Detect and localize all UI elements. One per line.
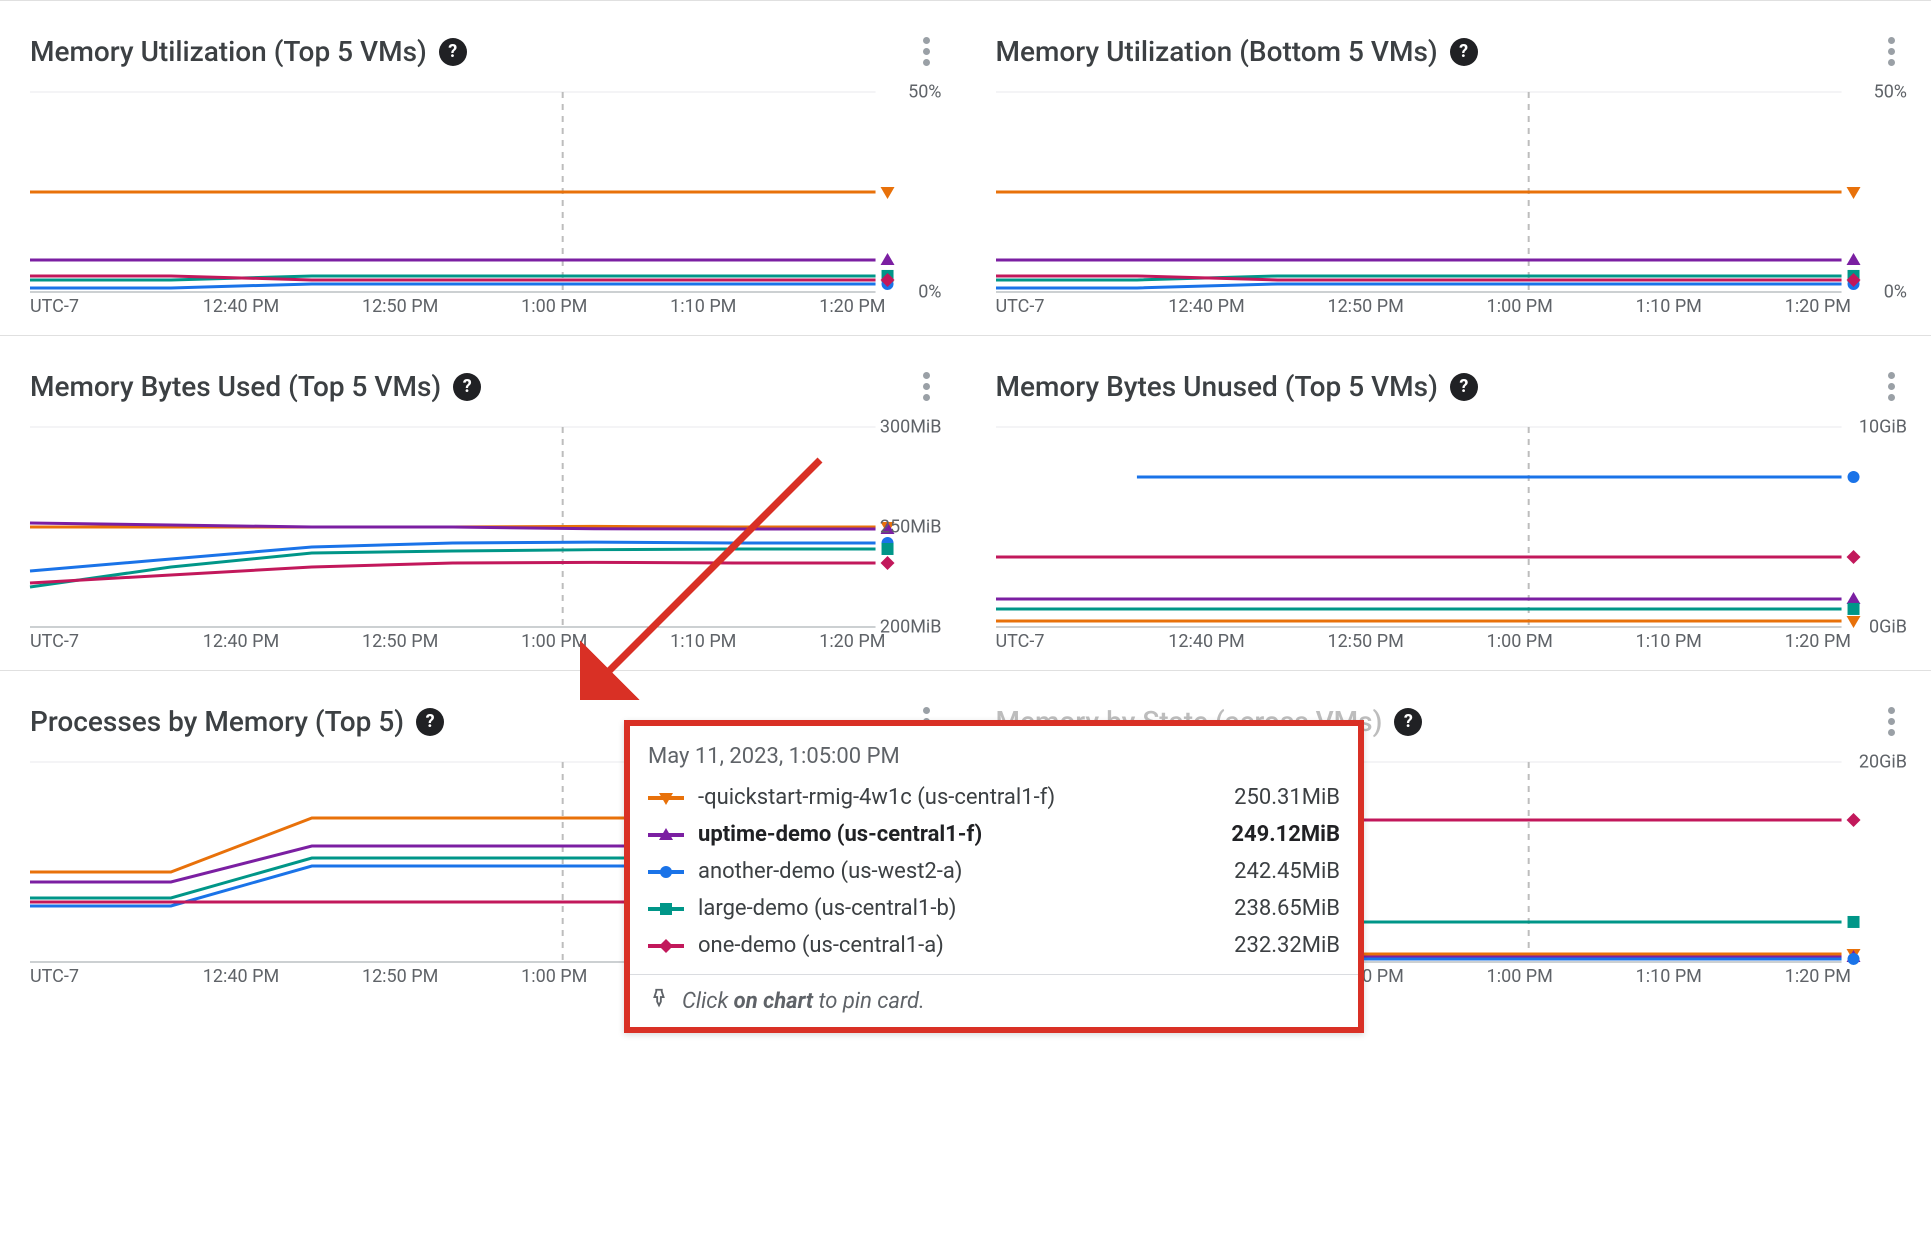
x-tick: 1:20 PM — [819, 296, 885, 317]
panel-title: Memory Bytes Used (Top 5 VMs) — [30, 370, 441, 403]
help-icon[interactable]: ? — [1450, 38, 1478, 66]
tooltip-series-value: 242.45MiB — [1190, 859, 1340, 884]
more-vert-icon[interactable] — [1882, 701, 1901, 742]
tooltip-series-name: -quickstart-rmig-4w1c (us-central1-f) — [698, 785, 1176, 810]
x-tick: 12:40 PM — [1168, 296, 1244, 317]
timezone-label: UTC-7 — [30, 296, 120, 317]
x-tick: 12:40 PM — [203, 296, 279, 317]
y-tick-label: 0GiB — [1869, 617, 1907, 638]
y-tick-label: 200MiB — [880, 617, 942, 638]
x-tick: 1:10 PM — [1636, 631, 1702, 652]
help-icon[interactable]: ? — [416, 708, 444, 736]
more-vert-icon[interactable] — [917, 366, 936, 407]
x-tick: 12:50 PM — [362, 296, 438, 317]
help-icon[interactable]: ? — [1450, 373, 1478, 401]
x-axis: UTC-7 12:40 PM 12:50 PM 1:00 PM 1:10 PM 1:20 … — [996, 627, 1902, 670]
chart-tooltip: May 11, 2023, 1:05:00 PM -quickstart-rmi… — [624, 720, 1364, 1033]
panel-mem-util-bottom: Memory Utilization (Bottom 5 VMs) ? 0%50… — [966, 0, 1931, 335]
help-icon[interactable]: ? — [453, 373, 481, 401]
y-tick-label: 20GiB — [1859, 752, 1907, 773]
x-tick: 12:40 PM — [203, 631, 279, 652]
y-tick-label: 250MiB — [880, 517, 942, 538]
x-tick: 1:00 PM — [1487, 631, 1553, 652]
x-tick: 1:10 PM — [1636, 966, 1702, 987]
x-tick: 1:20 PM — [819, 631, 885, 652]
tooltip-series-value: 238.65MiB — [1190, 896, 1340, 921]
x-tick: 1:10 PM — [670, 296, 736, 317]
legend-swatch — [648, 828, 684, 842]
tooltip-series-name: large-demo (us-central1-b) — [698, 896, 1176, 921]
panel-title: Memory Utilization (Top 5 VMs) — [30, 35, 427, 68]
panel-mem-unused-top: Memory Bytes Unused (Top 5 VMs) ? 0GiB10… — [966, 335, 1931, 670]
tooltip-footer: Click on chart to pin card. — [630, 974, 1358, 1027]
panel-title: Memory Bytes Unused (Top 5 VMs) — [996, 370, 1438, 403]
y-tick-label: 50% — [908, 82, 941, 103]
y-tick-label: 10GiB — [1859, 417, 1907, 438]
more-vert-icon[interactable] — [917, 31, 936, 72]
x-tick: 1:10 PM — [1636, 296, 1702, 317]
x-tick: 12:40 PM — [1168, 631, 1244, 652]
tooltip-rows: -quickstart-rmig-4w1c (us-central1-f) 250… — [648, 779, 1340, 964]
tooltip-series-name: one-demo (us-central1-a) — [698, 933, 1176, 958]
legend-swatch — [648, 902, 684, 916]
tooltip-series-value: 250.31MiB — [1190, 785, 1340, 810]
x-tick: 12:50 PM — [1327, 296, 1403, 317]
timezone-label: UTC-7 — [30, 631, 120, 652]
x-tick: 1:00 PM — [521, 631, 587, 652]
panel-mem-util-top: Memory Utilization (Top 5 VMs) ? 0%50% U… — [0, 0, 966, 335]
tooltip-row: -quickstart-rmig-4w1c (us-central1-f) 250… — [648, 779, 1340, 816]
tooltip-series-name: uptime-demo (us-central1-f) — [698, 822, 1176, 847]
tooltip-series-value: 232.32MiB — [1190, 933, 1340, 958]
y-tick-label: 0% — [918, 282, 941, 303]
timezone-label: UTC-7 — [996, 631, 1086, 652]
x-tick: 1:00 PM — [1487, 296, 1553, 317]
pin-icon — [648, 987, 670, 1015]
legend-swatch — [648, 939, 684, 953]
x-tick: 12:50 PM — [362, 966, 438, 987]
chart-mem-unused-top[interactable]: 0GiB10GiB — [996, 427, 1902, 627]
x-tick: 1:00 PM — [1487, 966, 1553, 987]
x-tick: 1:00 PM — [521, 296, 587, 317]
panel-mem-used-top: Memory Bytes Used (Top 5 VMs) ? 200MiB25… — [0, 335, 966, 670]
timezone-label: UTC-7 — [996, 296, 1086, 317]
x-tick: 1:20 PM — [1785, 296, 1851, 317]
legend-swatch — [648, 865, 684, 879]
y-tick-label: 50% — [1874, 82, 1907, 103]
x-axis: UTC-7 12:40 PM 12:50 PM 1:00 PM 1:10 PM 1:20 … — [996, 292, 1902, 335]
tooltip-row: uptime-demo (us-central1-f) 249.12MiB — [648, 816, 1340, 853]
chart-mem-used-top[interactable]: 200MiB250MiB300MiB — [30, 427, 936, 627]
chart-mem-util-bottom[interactable]: 0%50% — [996, 92, 1902, 292]
tooltip-row: another-demo (us-west2-a) 242.45MiB — [648, 853, 1340, 890]
x-tick: 1:20 PM — [1785, 631, 1851, 652]
x-axis: UTC-7 12:40 PM 12:50 PM 1:00 PM 1:10 PM 1:20 … — [30, 627, 936, 670]
help-icon[interactable]: ? — [1394, 708, 1422, 736]
more-vert-icon[interactable] — [1882, 31, 1901, 72]
x-axis: UTC-7 12:40 PM 12:50 PM 1:00 PM 1:10 PM 1:20 … — [30, 292, 936, 335]
x-tick: 1:10 PM — [670, 631, 736, 652]
tooltip-timestamp: May 11, 2023, 1:05:00 PM — [648, 744, 1340, 769]
x-tick: 1:20 PM — [1785, 966, 1851, 987]
tooltip-series-value: 249.12MiB — [1190, 822, 1340, 847]
x-tick: 12:40 PM — [203, 966, 279, 987]
panel-title: Memory Utilization (Bottom 5 VMs) — [996, 35, 1438, 68]
tooltip-row: large-demo (us-central1-b) 238.65MiB — [648, 890, 1340, 927]
x-tick: 1:00 PM — [521, 966, 587, 987]
chart-mem-util-top[interactable]: 0%50% — [30, 92, 936, 292]
tooltip-series-name: another-demo (us-west2-a) — [698, 859, 1176, 884]
tooltip-row: one-demo (us-central1-a) 232.32MiB — [648, 927, 1340, 964]
more-vert-icon[interactable] — [1882, 366, 1901, 407]
help-icon[interactable]: ? — [439, 38, 467, 66]
x-tick: 12:50 PM — [1327, 631, 1403, 652]
y-tick-label: 300MiB — [880, 417, 942, 438]
x-tick: 12:50 PM — [362, 631, 438, 652]
panel-title: Processes by Memory (Top 5) — [30, 705, 404, 738]
timezone-label: UTC-7 — [30, 966, 120, 987]
legend-swatch — [648, 791, 684, 805]
y-tick-label: 0% — [1884, 282, 1907, 303]
